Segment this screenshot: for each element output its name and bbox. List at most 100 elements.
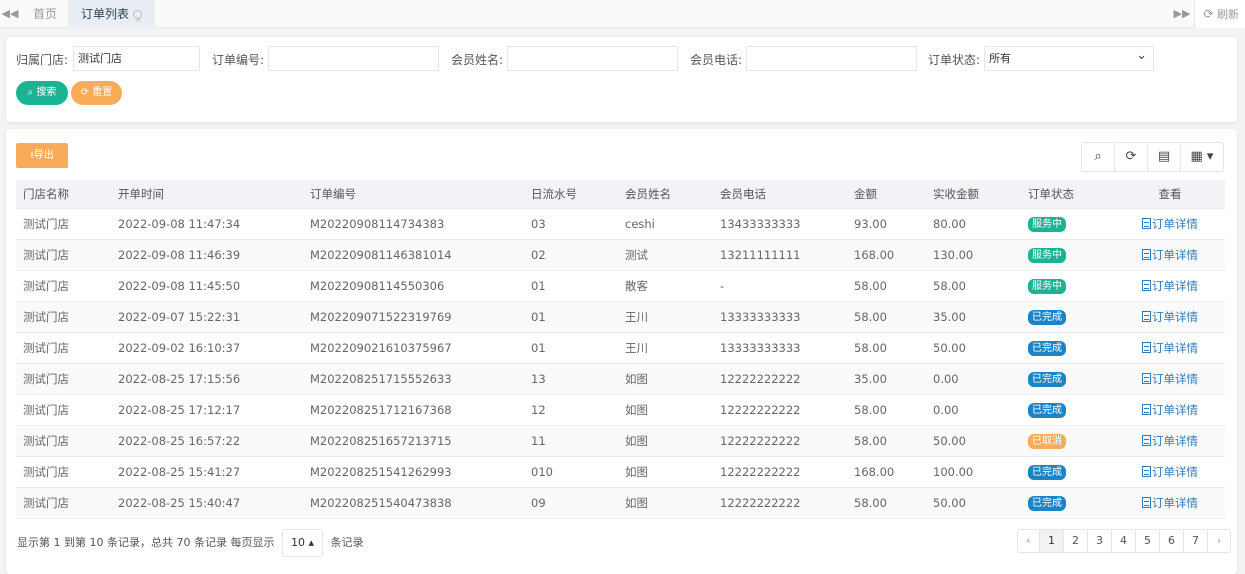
cell-time: 2022-09-08 11:47:34 <box>111 208 303 240</box>
cell-store: 测试门店 <box>16 270 111 302</box>
col-member-name[interactable]: 会员姓名 <box>618 180 713 209</box>
table-header-row: 门店名称 开单时间 订单编号 日流水号 会员姓名 会员电话 金额 实收金额 订单… <box>16 180 1225 209</box>
col-amount[interactable]: 金额 <box>847 180 926 209</box>
tab-home-label: 首页 <box>33 7 58 21</box>
tabs-next-icon[interactable]: ▶▶ <box>1172 0 1192 28</box>
order-detail-link[interactable]: 订单详情 <box>1142 434 1198 448</box>
cell-paid: 58.00 <box>926 270 1021 302</box>
col-order-no[interactable]: 订单编号 <box>303 180 524 209</box>
refresh-button[interactable]: ⟳ 刷新 <box>1194 0 1245 28</box>
order-detail-label: 订单详情 <box>1152 340 1198 355</box>
page-7-button[interactable]: 7 <box>1184 530 1208 552</box>
col-paid[interactable]: 实收金额 <box>926 180 1021 209</box>
order-detail-link[interactable]: 订单详情 <box>1142 310 1198 324</box>
cell-amount: 168.00 <box>847 456 926 488</box>
cell-paid: 80.00 <box>926 208 1021 240</box>
status-badge: 已完成 <box>1028 309 1066 325</box>
cell-status: 服务中 <box>1021 270 1115 302</box>
page-2-button[interactable]: 2 <box>1064 530 1088 552</box>
table-row: 测试门店 2022-08-25 16:57:22 M2022082516572137… <box>16 425 1225 457</box>
reset-button[interactable]: ⟳ 重置 <box>71 81 122 105</box>
tabs-prev-icon[interactable]: ◀◀ <box>0 0 20 28</box>
cell-paid: 0.00 <box>926 394 1021 426</box>
cell-name: 如图 <box>618 394 713 426</box>
member-name-input[interactable] <box>507 46 678 71</box>
cell-serial: 11 <box>524 425 618 457</box>
member-phone-input[interactable] <box>746 46 917 71</box>
toolbar-search-icon[interactable]: ⌕ <box>1082 143 1115 171</box>
cell-view: 订单详情 <box>1115 425 1225 457</box>
cell-status: 服务中 <box>1021 239 1115 271</box>
order-no-field: 订单编号: <box>212 46 442 71</box>
col-view[interactable]: 查看 <box>1115 180 1225 209</box>
status-badge: 已完成 <box>1028 371 1066 387</box>
cell-amount: 58.00 <box>847 487 926 519</box>
toolbar-columns-icon[interactable]: ▦ ▾ <box>1181 143 1223 171</box>
page-prev-icon[interactable]: ‹ <box>1018 530 1040 552</box>
order-detail-label: 订单详情 <box>1152 278 1198 293</box>
col-time[interactable]: 开单时间 <box>111 180 303 209</box>
orders-table: 门店名称 开单时间 订单编号 日流水号 会员姓名 会员电话 金额 实收金额 订单… <box>16 180 1225 519</box>
order-detail-label: 订单详情 <box>1152 309 1198 324</box>
cell-view: 订单详情 <box>1115 363 1225 395</box>
cell-time: 2022-08-25 17:15:56 <box>111 363 303 395</box>
cell-paid: 50.00 <box>926 425 1021 457</box>
col-serial[interactable]: 日流水号 <box>524 180 618 209</box>
cell-amount: 93.00 <box>847 208 926 240</box>
order-detail-label: 订单详情 <box>1152 371 1198 386</box>
cell-status: 已完成 <box>1021 332 1115 364</box>
tab-home[interactable]: 首页 <box>20 0 70 28</box>
order-detail-label: 订单详情 <box>1152 247 1198 262</box>
order-detail-link[interactable]: 订单详情 <box>1142 341 1198 355</box>
cell-time: 2022-09-02 16:10:37 <box>111 332 303 364</box>
page-size-dropdown[interactable]: 10 ▴ <box>281 529 324 557</box>
table-row: 测试门店 2022-09-08 11:45:50 M2022090811455030… <box>16 270 1225 302</box>
toolbar-list-icon[interactable]: ▤ <box>1148 143 1181 171</box>
tab-order-list[interactable]: 订单列表 <box>68 0 156 34</box>
cell-view: 订单详情 <box>1115 456 1225 488</box>
store-input[interactable]: 测试门店 <box>73 46 200 71</box>
col-store[interactable]: 门店名称 <box>16 180 111 209</box>
close-icon[interactable] <box>133 6 143 34</box>
cell-status: 已完成 <box>1021 394 1115 426</box>
cell-name: 如图 <box>618 487 713 519</box>
document-icon <box>1142 496 1151 508</box>
order-detail-link[interactable]: 订单详情 <box>1142 465 1198 479</box>
page-1-button[interactable]: 1 <box>1040 530 1064 552</box>
cell-phone: 13433333333 <box>713 208 847 240</box>
order-detail-link[interactable]: 订单详情 <box>1142 372 1198 386</box>
status-select[interactable]: 所有 <box>984 44 1154 71</box>
order-detail-link[interactable]: 订单详情 <box>1142 496 1198 510</box>
store-label: 归属门店: <box>16 53 69 67</box>
page-4-button[interactable]: 4 <box>1112 530 1136 552</box>
document-icon <box>1142 217 1151 229</box>
page-6-button[interactable]: 6 <box>1160 530 1184 552</box>
cell-store: 测试门店 <box>16 208 111 240</box>
cell-phone: 12222222222 <box>713 487 847 519</box>
page-5-button[interactable]: 5 <box>1136 530 1160 552</box>
order-no-input[interactable] <box>268 46 439 71</box>
cell-store: 测试门店 <box>16 239 111 271</box>
order-detail-link[interactable]: 订单详情 <box>1142 279 1198 293</box>
toolbar-refresh-icon[interactable]: ⟳ <box>1115 143 1148 171</box>
cell-time: 2022-08-25 15:41:27 <box>111 456 303 488</box>
order-detail-link[interactable]: 订单详情 <box>1142 217 1198 231</box>
col-member-phone[interactable]: 会员电话 <box>713 180 847 209</box>
export-button[interactable]: ⭳导出 <box>16 143 68 168</box>
page-next-icon[interactable]: › <box>1208 530 1230 552</box>
order-detail-link[interactable]: 订单详情 <box>1142 248 1198 262</box>
cell-amount: 58.00 <box>847 332 926 364</box>
page-3-button[interactable]: 3 <box>1088 530 1112 552</box>
col-status[interactable]: 订单状态 <box>1021 180 1115 209</box>
member-phone-label: 会员电话: <box>690 53 743 67</box>
cell-store: 测试门店 <box>16 301 111 333</box>
cell-serial: 09 <box>524 487 618 519</box>
cell-paid: 50.00 <box>926 487 1021 519</box>
order-no-label: 订单编号: <box>212 53 265 67</box>
order-detail-label: 订单详情 <box>1152 433 1198 448</box>
search-button[interactable]: ⌕ 搜索 <box>16 81 68 105</box>
order-detail-link[interactable]: 订单详情 <box>1142 403 1198 417</box>
cell-amount: 35.00 <box>847 363 926 395</box>
cell-name: 如图 <box>618 425 713 457</box>
tab-bar: ◀◀ 首页 订单列表 ▶▶ ⟳ 刷新 <box>0 0 1245 34</box>
